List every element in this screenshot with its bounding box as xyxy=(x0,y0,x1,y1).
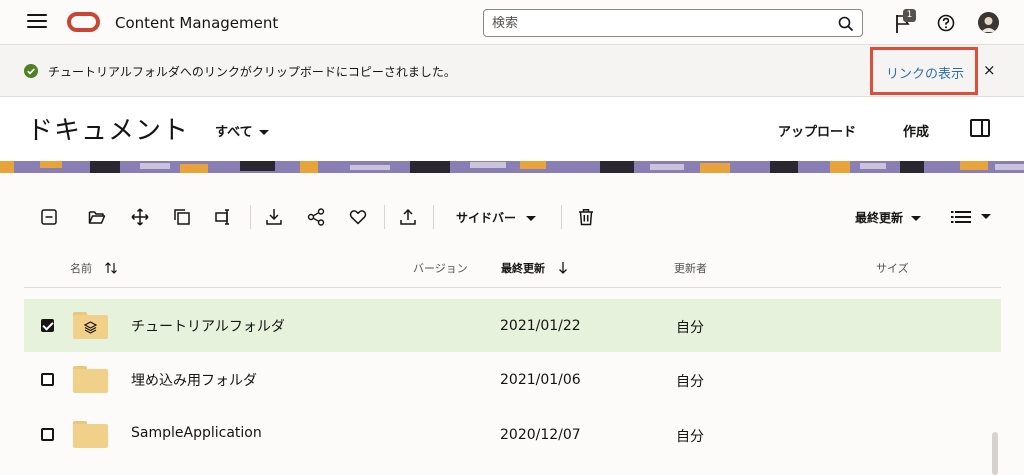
row-checkbox[interactable] xyxy=(41,428,54,441)
toolbar-divider xyxy=(561,205,562,229)
chevron-down-icon xyxy=(526,216,537,221)
trash-icon[interactable] xyxy=(577,208,595,226)
toolbar-divider xyxy=(250,205,251,229)
column-header-version[interactable]: バージョン xyxy=(413,260,468,276)
row-modified-by: 自分 xyxy=(676,320,704,336)
list-view-icon xyxy=(951,211,971,223)
open-folder-icon[interactable] xyxy=(88,208,106,226)
chevron-down-icon xyxy=(911,216,922,221)
page-title: ドキュメント xyxy=(27,116,190,146)
favorite-heart-icon[interactable] xyxy=(349,208,367,226)
view-mode-dropdown[interactable] xyxy=(951,207,991,227)
row-modified-by: 自分 xyxy=(676,429,704,445)
vertical-scrollbar[interactable] xyxy=(992,432,998,475)
row-name[interactable]: 埋め込み用フォルダ xyxy=(131,370,257,390)
sort-toggle-icon[interactable] xyxy=(104,261,118,275)
decorative-banner xyxy=(0,161,1024,173)
upload-icon[interactable] xyxy=(399,208,417,226)
chevron-down-icon xyxy=(981,214,991,219)
sort-label: 最終更新 xyxy=(855,211,904,225)
download-icon[interactable] xyxy=(265,208,283,226)
row-modified-date: 2021/01/06 xyxy=(500,372,581,388)
row-name[interactable]: SampleApplication xyxy=(131,425,262,441)
sort-dropdown[interactable]: 最終更新 xyxy=(855,209,922,226)
app-title: Content Management xyxy=(115,14,279,32)
row-modified-date: 2020/12/07 xyxy=(500,427,581,443)
search-box[interactable] xyxy=(483,9,863,37)
table-row[interactable]: 埋め込み用フォルダ 2021/01/06 自分 xyxy=(24,353,1001,406)
select-all-icon[interactable] xyxy=(40,208,58,226)
folder-icon xyxy=(73,366,108,393)
toolbar-divider xyxy=(384,205,385,229)
chevron-down-icon xyxy=(258,130,269,135)
filter-dropdown[interactable]: すべて xyxy=(215,121,269,140)
table-row[interactable]: チュートリアルフォルダ 2021/01/22 自分 xyxy=(24,299,1001,352)
column-header-modified[interactable]: 最終更新 xyxy=(501,260,569,276)
close-notification-button[interactable]: × xyxy=(983,61,996,79)
sidebar-label: サイドバー xyxy=(456,211,517,225)
notifications-button[interactable]: 1 xyxy=(894,9,916,34)
hamburger-menu-icon[interactable] xyxy=(27,14,47,30)
row-modified-by: 自分 xyxy=(676,374,704,390)
search-input[interactable] xyxy=(492,15,822,31)
user-avatar[interactable] xyxy=(978,12,999,33)
rename-icon[interactable] xyxy=(215,208,233,226)
sidebar-dropdown[interactable]: サイドバー xyxy=(456,209,537,226)
move-icon[interactable] xyxy=(131,208,149,226)
row-modified-date: 2021/01/22 xyxy=(500,318,581,334)
help-icon[interactable] xyxy=(937,14,955,32)
table-header-divider xyxy=(24,287,1001,288)
folder-icon xyxy=(73,312,108,339)
column-modified-label: 最終更新 xyxy=(501,262,545,275)
toolbar-divider xyxy=(433,205,434,229)
column-header-name[interactable]: 名前 xyxy=(70,260,118,276)
view-link-button[interactable]: リンクの表示 xyxy=(886,63,964,82)
notification-bar: チュートリアルフォルダへのリンクがクリップボードにコピーされました。 リンクの表… xyxy=(0,45,1024,97)
copy-icon[interactable] xyxy=(173,208,191,226)
page-header: ドキュメント すべて アップロード 作成 xyxy=(0,97,1024,161)
notification-count-badge: 1 xyxy=(903,9,916,22)
filter-label: すべて xyxy=(215,125,253,140)
row-checkbox[interactable] xyxy=(41,373,54,386)
top-header: Content Management 1 xyxy=(0,0,1024,45)
row-checkbox[interactable] xyxy=(41,319,54,332)
create-button[interactable]: 作成 xyxy=(903,121,929,140)
column-header-modified-by[interactable]: 更新者 xyxy=(674,260,707,276)
oracle-logo xyxy=(67,12,100,32)
side-panel-icon[interactable] xyxy=(970,119,990,137)
upload-button[interactable]: アップロード xyxy=(778,121,856,140)
column-name-label: 名前 xyxy=(70,262,92,275)
row-name[interactable]: チュートリアルフォルダ xyxy=(131,316,285,336)
layers-icon xyxy=(84,321,97,334)
column-header-size[interactable]: サイズ xyxy=(876,260,909,276)
sort-descending-icon xyxy=(558,262,567,274)
notification-message: チュートリアルフォルダへのリンクがクリップボードにコピーされました。 xyxy=(48,65,456,79)
share-icon[interactable] xyxy=(307,208,325,226)
folder-icon xyxy=(73,421,108,448)
success-check-icon xyxy=(24,64,38,78)
search-icon[interactable] xyxy=(838,16,854,32)
table-row[interactable]: SampleApplication 2020/12/07 自分 xyxy=(24,408,1001,461)
